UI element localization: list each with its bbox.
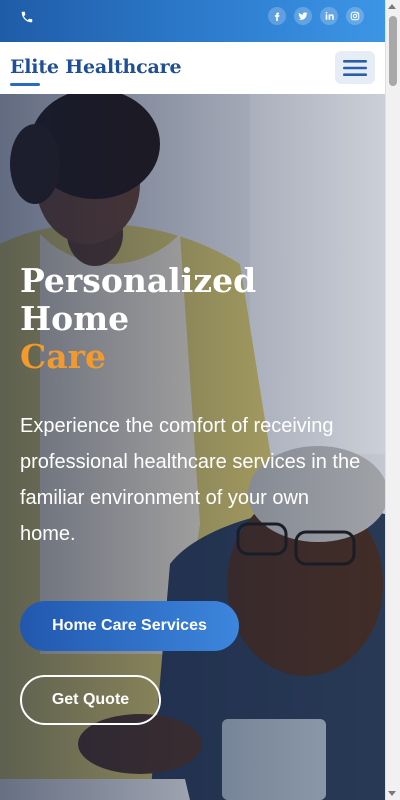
scroll-down-arrow-icon[interactable] <box>388 791 396 796</box>
top-contact-bar <box>0 0 385 42</box>
scroll-up-arrow-icon[interactable] <box>388 4 396 9</box>
hero-title-line1: Personalized <box>20 261 257 300</box>
hamburger-menu-icon <box>343 59 367 76</box>
get-quote-button[interactable]: Get Quote <box>20 675 161 725</box>
phone-icon[interactable] <box>20 10 34 24</box>
instagram-icon[interactable] <box>346 7 364 25</box>
page-scrollbar[interactable] <box>385 0 400 800</box>
hamburger-menu-button[interactable] <box>335 51 375 84</box>
hero-description: Experience the comfort of receiving prof… <box>20 415 361 545</box>
hero-section: Personalized Home Care Experience the co… <box>0 94 385 800</box>
home-care-services-button[interactable]: Home Care Services <box>20 601 239 651</box>
facebook-icon[interactable] <box>268 7 286 25</box>
scrollbar-thumb[interactable] <box>389 16 397 86</box>
hero-title: Personalized Home Care <box>20 262 320 376</box>
linkedin-icon[interactable] <box>320 7 338 25</box>
hero-title-accent: Care <box>20 337 107 376</box>
twitter-icon[interactable] <box>294 7 312 25</box>
site-header: Elite Healthcare <box>0 42 385 95</box>
hero-title-line2: Home <box>20 299 130 338</box>
brand-underline <box>10 83 40 86</box>
brand-logo-text[interactable]: Elite Healthcare <box>10 56 182 78</box>
